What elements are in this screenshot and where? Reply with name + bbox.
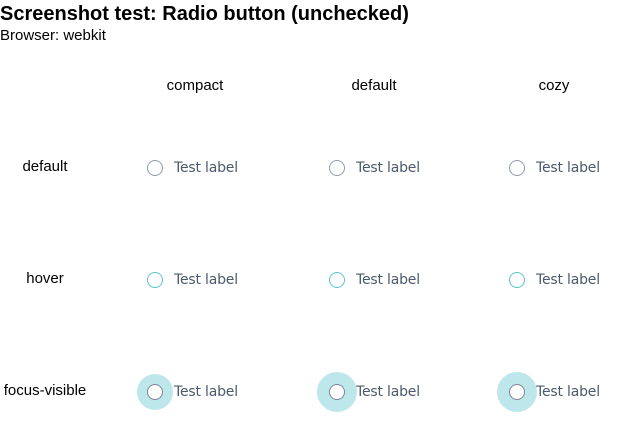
radio-circle-icon bbox=[509, 272, 525, 288]
row-header-hover: hover bbox=[26, 270, 64, 287]
radio-control[interactable] bbox=[317, 372, 357, 412]
radio-control[interactable] bbox=[329, 160, 345, 176]
row-header-default: default bbox=[22, 158, 68, 175]
radio-focus-visible-default[interactable]: Test label bbox=[317, 372, 420, 412]
radio-label: Test label bbox=[356, 272, 420, 288]
radio-circle-icon bbox=[147, 272, 163, 288]
row-header-focus-visible: focus-visible bbox=[3, 382, 87, 399]
radio-hover-cozy[interactable]: Test label bbox=[509, 270, 600, 290]
radio-label: Test label bbox=[356, 160, 420, 176]
radio-label: Test label bbox=[536, 160, 600, 176]
radio-circle-icon bbox=[509, 160, 525, 176]
radio-label: Test label bbox=[174, 384, 238, 400]
radio-label: Test label bbox=[536, 272, 600, 288]
radio-hover-default[interactable]: Test label bbox=[329, 270, 420, 290]
radio-control[interactable] bbox=[509, 160, 525, 176]
radio-label: Test label bbox=[174, 272, 238, 288]
radio-control[interactable] bbox=[137, 374, 173, 410]
radio-control[interactable] bbox=[509, 272, 525, 288]
radio-control[interactable] bbox=[329, 272, 345, 288]
radio-focus-visible-cozy[interactable]: Test label bbox=[497, 372, 600, 412]
radio-circle-icon bbox=[147, 160, 163, 176]
radio-circle-icon bbox=[329, 272, 345, 288]
radio-circle-icon bbox=[329, 160, 345, 176]
radio-circle-icon bbox=[509, 384, 525, 400]
radio-focus-visible-compact[interactable]: Test label bbox=[137, 374, 238, 410]
radio-control[interactable] bbox=[497, 372, 537, 412]
radio-circle-icon bbox=[329, 384, 345, 400]
radio-hover-compact[interactable]: Test label bbox=[147, 270, 238, 290]
radio-default-cozy[interactable]: Test label bbox=[509, 158, 600, 178]
radio-default-compact[interactable]: Test label bbox=[147, 158, 238, 178]
column-header-default: default bbox=[351, 77, 397, 94]
column-header-compact: compact bbox=[166, 77, 224, 94]
radio-label: Test label bbox=[356, 384, 420, 400]
column-header-cozy: cozy bbox=[538, 77, 570, 94]
radio-label: Test label bbox=[536, 384, 600, 400]
radio-label: Test label bbox=[174, 160, 238, 176]
radio-control[interactable] bbox=[147, 160, 163, 176]
radio-control[interactable] bbox=[147, 272, 163, 288]
radio-circle-icon bbox=[147, 384, 163, 400]
page-title: Screenshot test: Radio button (unchecked… bbox=[0, 3, 409, 25]
browser-info: Browser: webkit bbox=[0, 27, 106, 44]
radio-default-default[interactable]: Test label bbox=[329, 158, 420, 178]
